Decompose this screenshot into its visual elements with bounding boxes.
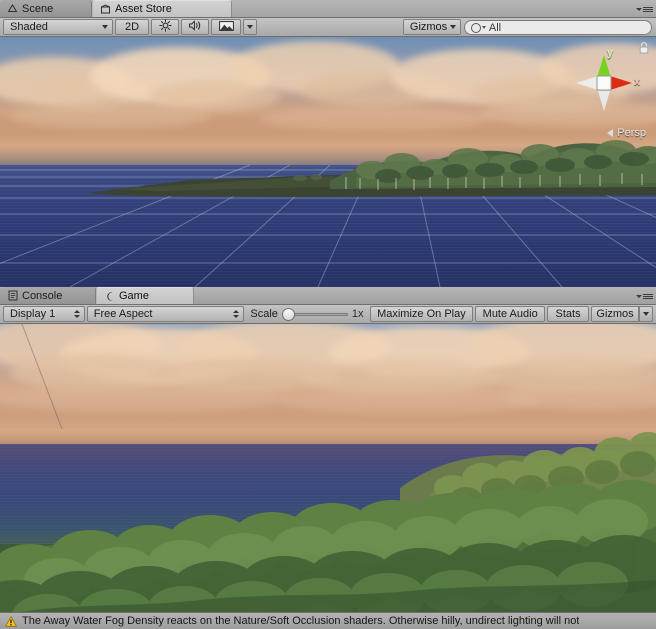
tab-scene-label: Scene [22,2,54,15]
chevron-down-icon [481,26,486,29]
scene-viewport[interactable]: y x Persp [0,37,656,287]
unity-editor-window: Scene Asset Store Shaded 2D Gizmos All y… [0,0,656,629]
aspect-dropdown[interactable]: Free Aspect [86,306,245,322]
status-bar[interactable]: The Away Water Fog Density reacts on the… [0,612,656,629]
scene-search-value: All [488,21,502,34]
game-guide-line [21,324,63,430]
scale-value: 1x [351,308,364,320]
console-icon [7,290,18,301]
scene-toolbar-spacer [258,19,402,35]
display-label: Display 1 [10,308,56,320]
scene-panel-menu-icon[interactable] [634,3,653,15]
draw-mode-dropdown[interactable]: Shaded [3,19,113,35]
game-gizmos-label: Gizmos [596,308,634,320]
aspect-label: Free Aspect [93,308,153,320]
display-dropdown[interactable]: Display 1 [3,306,85,322]
scene-effects-button[interactable] [211,19,241,35]
draw-mode-label: Shaded [10,21,48,33]
hamburger-icon [643,6,653,12]
scene-search-input[interactable]: All [463,20,653,35]
game-toolbar: Display 1 Free Aspect Scale 1x Maximize … [0,305,656,324]
status-message: The Away Water Fog Density reacts on the… [22,615,580,627]
toggle-2d-button[interactable]: 2D [115,19,149,35]
scale-label: Scale [250,308,278,320]
scene-gizmos-label: Gizmos [409,21,448,33]
scale-slider[interactable] [281,308,348,321]
chevron-down-icon [102,25,108,29]
scene-gizmos-dropdown[interactable]: Gizmos [402,19,461,35]
scene-lighting-button[interactable] [151,19,179,35]
speaker-icon [188,19,202,35]
scale-slider-thumb[interactable] [281,308,295,321]
lower-panel-menu-icon[interactable] [634,290,653,302]
tab-console-label: Console [22,289,63,302]
mute-audio-label: Mute Audio [482,308,538,320]
scene-panel-tabstrip: Scene Asset Store [0,0,656,18]
chevron-down-icon [450,25,457,29]
scene-effects-dropdown[interactable] [243,19,257,35]
stepper-arrows-icon [233,310,240,318]
hamburger-icon [643,293,653,299]
mute-audio-button[interactable]: Mute Audio [475,306,546,322]
tab-game-label: Game [119,290,149,302]
search-icon [470,22,481,33]
arrow-left-icon [607,129,614,137]
sun-icon [158,19,172,35]
chevron-down-icon [636,294,642,298]
maximize-on-play-button[interactable]: Maximize On Play [369,306,474,322]
scale-control[interactable]: Scale 1x [245,306,368,322]
lower-panel-tabstrip: Console Game [0,287,656,305]
chevron-down-icon [247,25,253,29]
game-gizmos-button[interactable]: Gizmos [591,306,640,322]
projection-text: Persp [617,127,646,139]
asset-store-icon [100,3,111,15]
game-gizmos-dropdown[interactable] [639,306,653,322]
scene-grid [0,165,656,287]
gizmo-x-label: x [634,76,641,88]
tab-console[interactable]: Console [0,287,96,304]
warning-icon [5,615,17,627]
scene-audio-button[interactable] [181,19,209,35]
game-icon [104,291,115,302]
scene-projection-label[interactable]: Persp [607,127,646,139]
stats-label: Stats [555,308,581,320]
stats-button[interactable]: Stats [547,306,590,322]
lower-panel: Console Game Display 1 Free Aspect Scale… [0,287,656,629]
scene-toolbar: Shaded 2D Gizmos All [0,18,656,37]
chevron-down-icon [643,312,650,316]
gizmo-y-label: y [607,47,614,59]
image-icon [218,20,234,35]
tab-scene[interactable]: Scene [0,0,92,17]
toggle-2d-label: 2D [124,21,140,33]
maximize-on-play-label: Maximize On Play [377,308,466,320]
lock-icon[interactable] [638,41,650,54]
game-viewport[interactable] [0,324,656,629]
stepper-arrows-icon [73,310,80,318]
tab-asset-store[interactable]: Asset Store [92,0,232,17]
scene-icon [7,3,18,14]
scene-clouds [0,37,656,165]
tab-game[interactable]: Game [96,287,194,304]
tab-asset-store-label: Asset Store [115,3,172,15]
chevron-down-icon [636,7,642,11]
